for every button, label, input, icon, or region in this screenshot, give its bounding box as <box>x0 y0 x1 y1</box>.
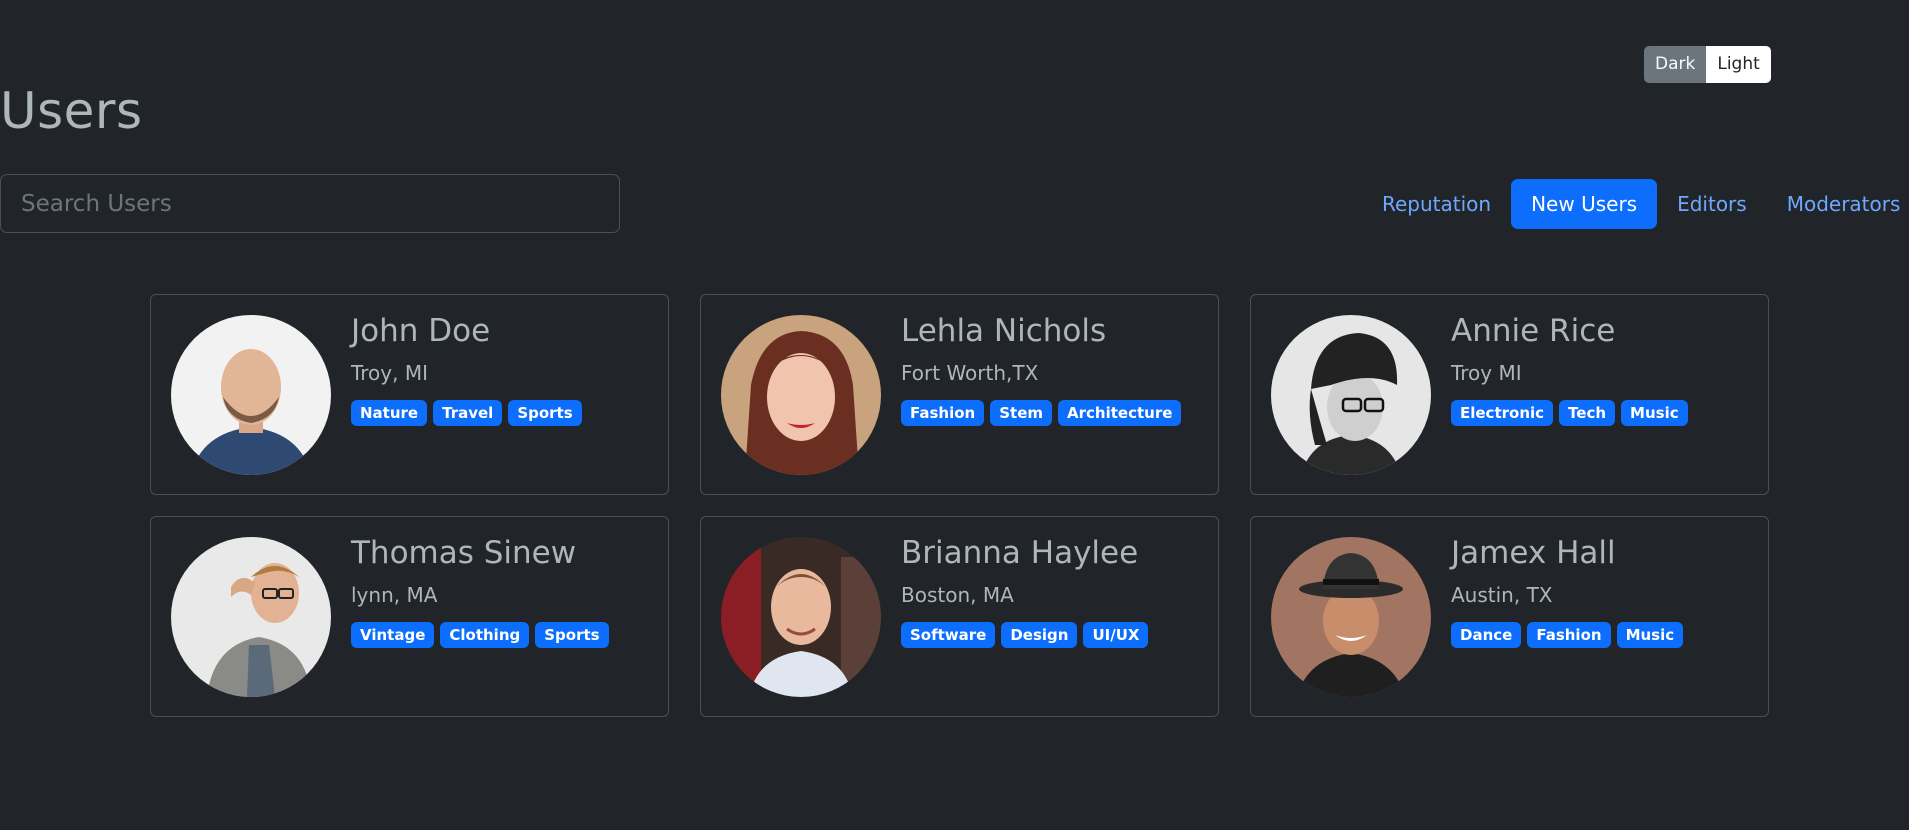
tag-badge[interactable]: Architecture <box>1058 400 1182 426</box>
tag-list: Nature Travel Sports <box>351 400 582 426</box>
search-input[interactable] <box>0 174 620 233</box>
theme-toggle: Dark Light <box>1644 46 1771 83</box>
tab-reputation[interactable]: Reputation <box>1362 179 1511 229</box>
tag-badge[interactable]: Tech <box>1559 400 1616 426</box>
user-name[interactable]: John Doe <box>351 313 490 349</box>
page-title: Users <box>0 82 143 140</box>
user-card[interactable]: Brianna Haylee Boston, MA Software Desig… <box>700 516 1219 717</box>
tag-badge[interactable]: Music <box>1616 622 1684 648</box>
user-location: Austin, TX <box>1451 583 1553 607</box>
tab-moderators[interactable]: Moderators <box>1767 179 1909 229</box>
avatar <box>171 315 331 475</box>
tag-list: Vintage Clothing Sports <box>351 622 609 648</box>
user-name[interactable]: Annie Rice <box>1451 313 1615 349</box>
tag-badge[interactable]: Travel <box>433 400 503 426</box>
user-location: Troy, MI <box>351 361 429 385</box>
user-filter-tabs: Reputation New Users Editors Moderators <box>1362 179 1909 229</box>
tag-badge[interactable]: Design <box>1001 622 1078 648</box>
user-card[interactable]: Thomas Sinew lynn, MA Vintage Clothing S… <box>150 516 669 717</box>
tag-badge[interactable]: Sports <box>508 400 582 426</box>
user-location: Fort Worth,TX <box>901 361 1039 385</box>
avatar <box>1271 537 1431 697</box>
avatar <box>1271 315 1431 475</box>
light-theme-button[interactable]: Light <box>1706 46 1771 83</box>
tag-badge[interactable]: Stem <box>990 400 1053 426</box>
tag-badge[interactable]: Sports <box>535 622 609 648</box>
user-name[interactable]: Jamex Hall <box>1451 535 1616 571</box>
tag-badge[interactable]: Software <box>901 622 996 648</box>
user-card[interactable]: Annie Rice Troy MI Electronic Tech Music <box>1250 294 1769 495</box>
user-name[interactable]: Lehla Nichols <box>901 313 1106 349</box>
tag-badge[interactable]: UI/UX <box>1083 622 1149 648</box>
tag-list: Fashion Stem Architecture <box>901 400 1182 426</box>
dark-theme-button[interactable]: Dark <box>1644 46 1707 83</box>
tag-badge[interactable]: Nature <box>351 400 428 426</box>
user-name[interactable]: Brianna Haylee <box>901 535 1138 571</box>
tag-badge[interactable]: Fashion <box>1527 622 1611 648</box>
tab-new-users[interactable]: New Users <box>1511 179 1658 229</box>
user-location: Troy MI <box>1451 361 1522 385</box>
tag-badge[interactable]: Music <box>1621 400 1688 426</box>
user-card[interactable]: Lehla Nichols Fort Worth,TX Fashion Stem… <box>700 294 1219 495</box>
tag-list: Software Design UI/UX <box>901 622 1149 648</box>
tag-badge[interactable]: Electronic <box>1451 400 1554 426</box>
tag-list: Dance Fashion Music <box>1451 622 1684 648</box>
tag-badge[interactable]: Fashion <box>901 400 985 426</box>
tag-badge[interactable]: Vintage <box>351 622 435 648</box>
user-name[interactable]: Thomas Sinew <box>351 535 576 571</box>
user-card[interactable]: John Doe Troy, MI Nature Travel Sports <box>150 294 669 495</box>
user-location: Boston, MA <box>901 583 1014 607</box>
user-card[interactable]: Jamex Hall Austin, TX Dance Fashion Musi… <box>1250 516 1769 717</box>
tag-list: Electronic Tech Music <box>1451 400 1688 426</box>
avatar <box>721 537 881 697</box>
avatar <box>721 315 881 475</box>
user-location: lynn, MA <box>351 583 438 607</box>
tab-editors[interactable]: Editors <box>1657 179 1767 229</box>
tag-badge[interactable]: Clothing <box>440 622 530 648</box>
avatar <box>171 537 331 697</box>
tag-badge[interactable]: Dance <box>1451 622 1522 648</box>
